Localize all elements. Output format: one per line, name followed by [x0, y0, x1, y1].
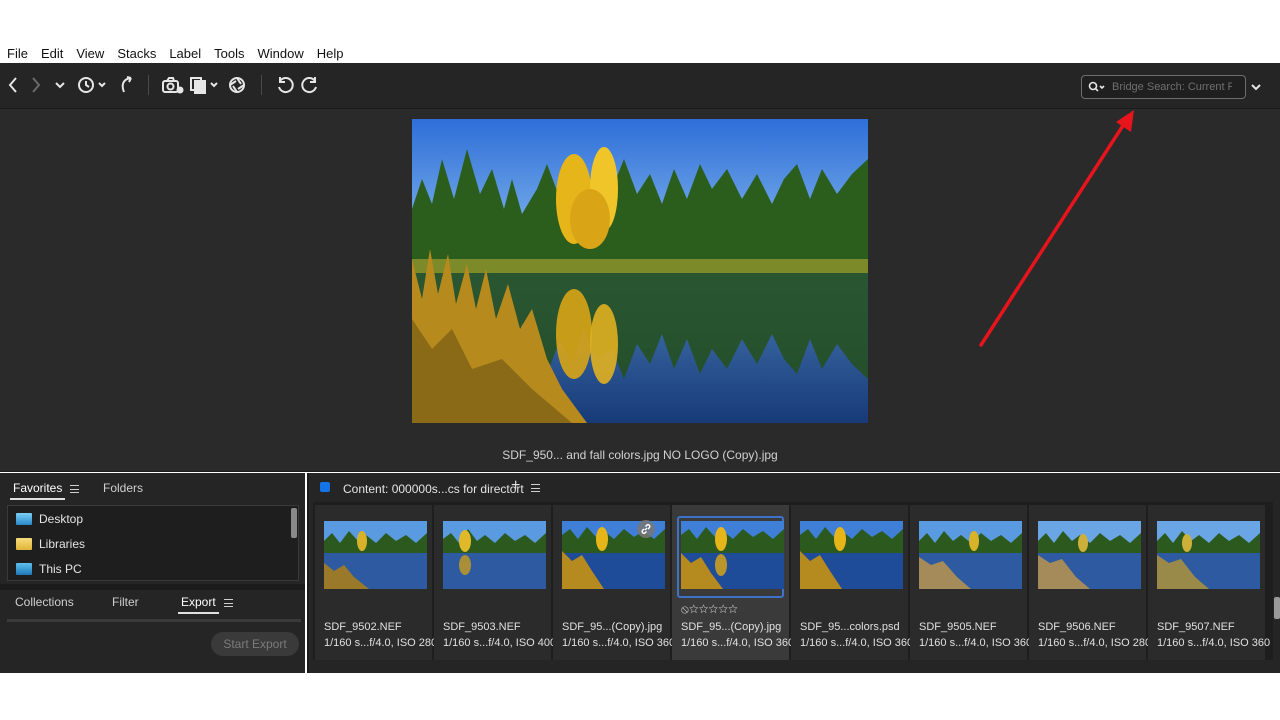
thumbnail-grid: SDF_9502.NEF 1/160 s...f/4.0, ISO 280 SD…: [313, 502, 1273, 660]
thumbnail-metadata: 1/160 s...f/4.0, ISO 280: [1038, 637, 1152, 649]
thumbnail-image: [324, 521, 427, 589]
desktop-folder-icon: [16, 513, 32, 525]
favorite-label: Desktop: [39, 512, 84, 526]
menu-stacks[interactable]: Stacks: [117, 46, 156, 61]
menu-window[interactable]: Window: [258, 46, 304, 61]
thumbnail-item[interactable]: SDF_9507.NEF 1/160 s...f/4.0, ISO 360: [1148, 505, 1270, 660]
content-scrollbar[interactable]: [1273, 502, 1280, 660]
thumbnail-filename: SDF_9506.NEF: [1038, 621, 1116, 633]
thumbnail-metadata: 1/160 s...f/4.0, ISO 360: [681, 637, 795, 649]
thumbnail-image: [443, 521, 546, 589]
tab-export[interactable]: Export: [178, 595, 219, 614]
favorite-item-desktop[interactable]: Desktop: [16, 509, 83, 529]
rotate-right-icon[interactable]: [300, 73, 320, 97]
tab-collections[interactable]: Collections: [12, 595, 77, 609]
menu-tools[interactable]: Tools: [214, 46, 244, 61]
panel-menu-icon[interactable]: [531, 484, 540, 492]
start-export-button[interactable]: Start Export: [211, 632, 299, 656]
thumbnail-item-selected[interactable]: ⦸☆☆☆☆☆ SDF_95...(Copy).jpg 1/160 s...f/4…: [672, 505, 794, 660]
menu-edit[interactable]: Edit: [41, 46, 63, 61]
thumbnail-filename: SDF_95...colors.psd: [800, 621, 900, 633]
thumbnail-filename: SDF_9502.NEF: [324, 621, 402, 633]
dropdown-chevron-icon[interactable]: [52, 73, 68, 97]
preview-caption: SDF_950... and fall colors.jpg NO LOGO (…: [502, 448, 778, 462]
content-panel: Content: 000000s...cs for directort + SD…: [307, 473, 1280, 673]
recent-history-icon[interactable]: [75, 73, 109, 97]
search-icon: [1088, 81, 1105, 92]
thumbnail-filename: SDF_9503.NEF: [443, 621, 521, 633]
thumbnail-image: [1157, 521, 1260, 589]
link-icon: [637, 520, 655, 538]
left-panels: Favorites Folders Desktop Libraries This…: [0, 473, 305, 673]
content-color-square: [320, 482, 330, 492]
thumbnail-metadata: 1/160 s...f/4.0, ISO 400: [443, 637, 557, 649]
search-input[interactable]: [1112, 81, 1232, 93]
thumbnail-item[interactable]: SDF_9502.NEF 1/160 s...f/4.0, ISO 280: [315, 505, 437, 660]
page-bottom-margin: [0, 673, 1280, 720]
menu-help[interactable]: Help: [317, 46, 344, 61]
thumbnail-item[interactable]: SDF_95...(Copy).jpg 1/160 s...f/4.0, ISO…: [553, 505, 675, 660]
forward-arrow-icon[interactable]: [27, 73, 45, 97]
thumbnail-image: [681, 521, 784, 589]
thumbnail-metadata: 1/160 s...f/4.0, ISO 360: [919, 637, 1033, 649]
toolbar: [0, 63, 1280, 109]
thumbnail-filename: SDF_95...(Copy).jpg: [562, 621, 663, 633]
thumbnail-item[interactable]: SDF_95...colors.psd 1/160 s...f/4.0, ISO…: [791, 505, 913, 660]
tab-favorites[interactable]: Favorites: [10, 481, 66, 500]
preview-panel: SDF_950... and fall colors.jpg NO LOGO (…: [0, 109, 1280, 472]
copy-files-icon[interactable]: [188, 73, 222, 97]
rotate-left-icon[interactable]: [275, 73, 295, 97]
content-header: Content: 000000s...cs for directort +: [309, 473, 1280, 502]
favorites-tab-row: Favorites Folders: [0, 473, 305, 501]
favorite-label: Libraries: [39, 537, 86, 551]
thumbnail-image: [919, 521, 1022, 589]
thumbnail-filename: SDF_9505.NEF: [919, 621, 997, 633]
favorites-list: Desktop Libraries This PC: [7, 505, 299, 581]
favorite-item-libraries[interactable]: Libraries: [16, 534, 85, 554]
favorites-scrollbar[interactable]: [291, 508, 297, 538]
menu-label[interactable]: Label: [169, 46, 201, 61]
search-options-chevron-icon[interactable]: [1250, 79, 1262, 97]
export-panel-rule: [7, 619, 301, 622]
thumbnail-metadata: 1/160 s...f/4.0, ISO 360: [800, 637, 914, 649]
thumbnail-item[interactable]: SDF_9503.NEF 1/160 s...f/4.0, ISO 400: [434, 505, 556, 660]
star-rating[interactable]: ⦸☆☆☆☆☆: [681, 602, 738, 617]
menu-file[interactable]: File: [7, 46, 28, 61]
thumbnail-filename: SDF_9507.NEF: [1157, 621, 1235, 633]
favorite-item-this-pc[interactable]: This PC: [16, 559, 82, 579]
thumbnail-metadata: 1/160 s...f/4.0, ISO 360: [562, 637, 676, 649]
refine-icon[interactable]: [227, 73, 247, 97]
favorite-label: This PC: [39, 562, 82, 576]
menu-view[interactable]: View: [76, 46, 104, 61]
libraries-folder-icon: [16, 538, 32, 550]
thumbnail-metadata: 1/160 s...f/4.0, ISO 280: [324, 637, 438, 649]
menu-bar: File Edit View Stacks Label Tools Window…: [0, 44, 1280, 63]
this-pc-icon: [16, 563, 32, 575]
camera-import-icon[interactable]: [161, 73, 185, 97]
export-tab-row: Collections Filter Export: [0, 587, 305, 615]
boomerang-icon[interactable]: [116, 73, 136, 97]
thumbnail-metadata: 1/160 s...f/4.0, ISO 360: [1157, 637, 1271, 649]
content-title: Content: 000000s...cs for directort: [343, 482, 524, 496]
back-arrow-icon[interactable]: [4, 73, 22, 97]
thumbnail-image: [800, 521, 903, 589]
content-scrollbar-thumb[interactable]: [1274, 597, 1280, 619]
thumbnail-item[interactable]: SDF_9505.NEF 1/160 s...f/4.0, ISO 360: [910, 505, 1032, 660]
preview-image[interactable]: [412, 119, 868, 423]
panel-menu-icon[interactable]: [70, 485, 79, 493]
thumbnail-image: [1038, 521, 1141, 589]
tab-filter[interactable]: Filter: [109, 595, 142, 609]
content-footer: [309, 660, 1280, 673]
tab-folders[interactable]: Folders: [100, 481, 146, 495]
panel-menu-icon[interactable]: [224, 599, 233, 607]
toolbar-separator: [261, 75, 262, 95]
bridge-search-box[interactable]: [1081, 75, 1246, 99]
thumbnail-item[interactable]: SDF_9506.NEF 1/160 s...f/4.0, ISO 280: [1029, 505, 1151, 660]
thumbnail-filename: SDF_95...(Copy).jpg: [681, 621, 782, 633]
toolbar-separator: [148, 75, 149, 95]
add-tab-icon[interactable]: +: [511, 477, 520, 495]
